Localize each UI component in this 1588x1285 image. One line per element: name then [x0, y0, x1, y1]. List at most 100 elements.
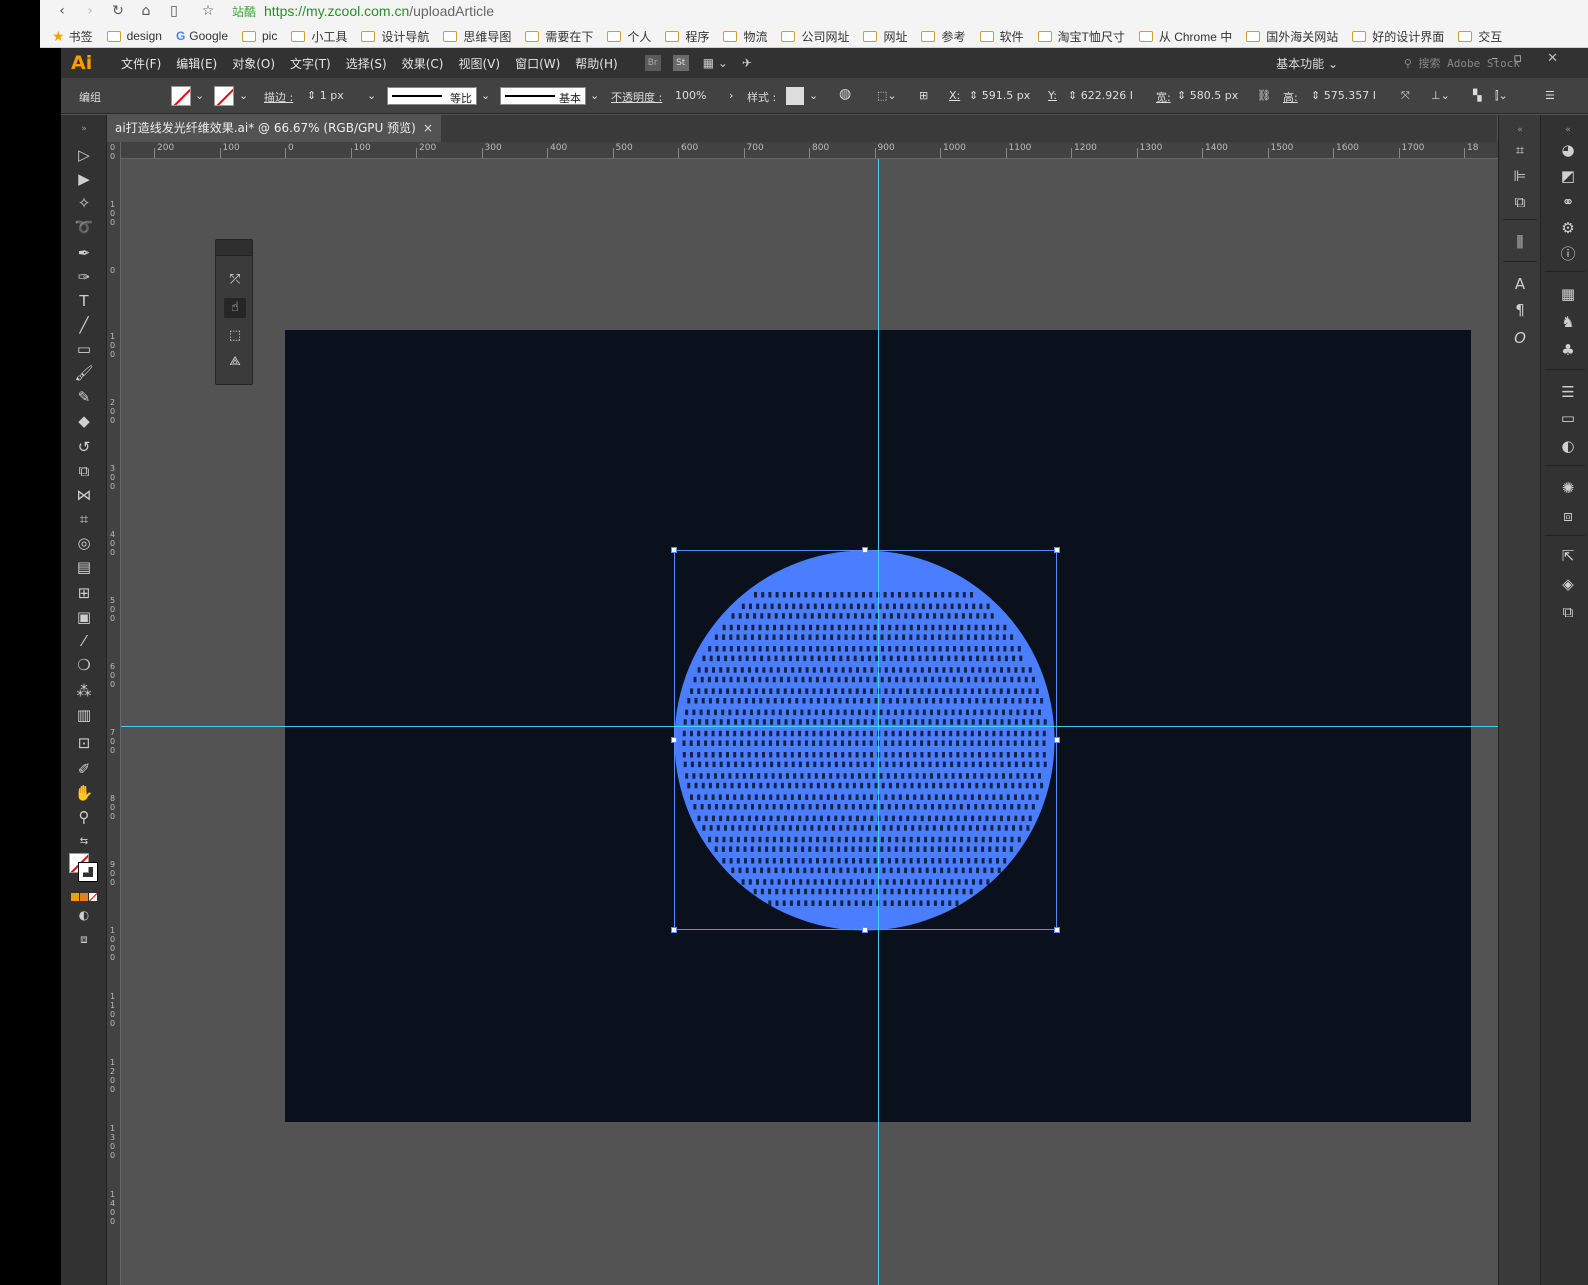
layers-panel-icon[interactable]: ◈ [1557, 573, 1579, 595]
align-to-icon[interactable]: ⬚⌄ [877, 89, 897, 102]
free-transform-tool-icon[interactable]: ⌗ [73, 509, 95, 529]
bookmark-item[interactable]: 个人 [607, 28, 651, 45]
resize-handle-sw[interactable] [671, 927, 677, 933]
menu-item[interactable]: 文字(T) [290, 55, 331, 72]
color-mode-icons[interactable] [71, 893, 97, 901]
export-panel-icon[interactable]: ⇱ [1557, 545, 1579, 567]
bookmark-item[interactable]: 思维导图 [443, 28, 511, 45]
bookmark-item[interactable]: design [106, 29, 162, 43]
transparency-panel-icon[interactable]: ◐ [1557, 435, 1579, 457]
pen-tool-icon[interactable]: ✒ [73, 243, 95, 263]
collapse-toolbar-icon[interactable]: » [73, 119, 95, 139]
perspective-distort-icon[interactable]: ⬚ [224, 326, 246, 346]
menu-item[interactable]: 效果(C) [402, 55, 444, 72]
panel-menu-icon[interactable]: ☰ [1545, 89, 1555, 102]
stock-button[interactable]: St [672, 55, 689, 71]
info-panel-icon[interactable]: ⓘ [1557, 243, 1579, 265]
symbol-sprayer-tool-icon[interactable]: ⁂ [73, 681, 95, 701]
fill-dropdown-icon[interactable]: ⌄ [195, 89, 204, 102]
stock-search-input[interactable]: ⚲ 搜索 Adobe Stock [1404, 55, 1520, 71]
resize-handle-n[interactable] [862, 547, 868, 553]
bookmark-item[interactable]: G Google [176, 29, 228, 43]
eraser-tool-icon[interactable]: ◆ [73, 411, 95, 431]
y-field[interactable]: ⇕ 622.926 I [1068, 89, 1133, 102]
stroke-panel-icon[interactable]: ☰ [1557, 381, 1579, 403]
resize-handle-ne[interactable] [1054, 547, 1060, 553]
canvas[interactable]: ⤱ ☝ ⬚ ⟁ [121, 159, 1498, 1285]
isolate-icon[interactable]: ⊥⌄ [1431, 89, 1450, 102]
resize-handle-se[interactable] [1054, 927, 1060, 933]
collapse-dock-icon[interactable]: « [1509, 119, 1531, 141]
x-field[interactable]: ⇕ 591.5 px [969, 89, 1030, 102]
rotate-tool-icon[interactable]: ↺ [73, 437, 95, 457]
opacity-value[interactable]: 100% [675, 89, 706, 102]
opacity-label[interactable]: 不透明度 : [611, 89, 662, 105]
line-tool-icon[interactable]: ╱ [73, 315, 95, 335]
close-window-button[interactable]: ✕ [1547, 51, 1558, 66]
bookmark-item[interactable]: 需要在下 [525, 28, 593, 45]
home-icon[interactable]: ⌂ [132, 3, 160, 19]
grid-align-icon[interactable]: ▚ [1473, 89, 1481, 102]
bookmark-item[interactable]: 程序 [665, 28, 709, 45]
menu-item[interactable]: 选择(S) [346, 55, 387, 72]
graphic-styles-panel-icon[interactable]: ⧈ [1557, 505, 1579, 527]
transform-panel-icon[interactable]: ⌗ [1509, 139, 1531, 161]
resize-handle-nw[interactable] [671, 547, 677, 553]
zoom-tool-icon[interactable]: ⚲ [73, 807, 95, 827]
bookmark-item[interactable]: 软件 [979, 28, 1024, 45]
vertical-ruler[interactable]: 2 0 0 1 0 0 0 1 0 0 2 0 0 3 0 0 4 0 0 5 0 0 6 0 … [107, 142, 121, 1285]
magic-wand-tool-icon[interactable]: ✧ [73, 193, 95, 213]
lasso-tool-icon[interactable]: ➰ [73, 217, 95, 237]
drawing-mode-icon[interactable]: ◐ [73, 905, 95, 925]
fill-stroke-indicator[interactable] [69, 853, 99, 883]
stroke-icon[interactable] [78, 862, 98, 882]
reference-point-icon[interactable]: ⊞ [919, 89, 928, 102]
pathfinder-panel-icon[interactable]: ⧉ [1509, 191, 1531, 213]
menu-item[interactable]: 窗口(W) [515, 55, 560, 72]
recolor-icon[interactable]: ◍ [839, 86, 851, 102]
fill-swatch[interactable] [171, 86, 191, 106]
opentype-panel-icon[interactable]: O [1509, 327, 1531, 349]
menu-item[interactable]: 编辑(E) [176, 55, 217, 72]
stroke-weight-dropdown-icon[interactable]: ⌄ [367, 89, 376, 102]
screen-mode-icon[interactable]: ⧈ [73, 929, 95, 949]
menu-item[interactable]: 帮助(H) [575, 55, 617, 72]
document-tab[interactable]: ai打造线发光纤维效果.ai* @ 66.67% (RGB/GPU 预览) × [107, 115, 441, 142]
free-distort-icon[interactable]: ⟁ [224, 352, 246, 372]
stroke-dropdown-icon[interactable]: ⌄ [239, 89, 248, 102]
back-icon[interactable]: ‹ [48, 3, 76, 19]
publish-icon[interactable]: ✈ [742, 56, 752, 70]
symbols-panel-icon[interactable]: ♣ [1557, 339, 1579, 361]
transform-icon[interactable]: ⤧ [1401, 89, 1410, 103]
selection-bounding-box[interactable] [671, 547, 1060, 933]
bookmark-item[interactable]: 公司网址 [781, 28, 849, 45]
gradient-panel-icon[interactable]: ▭ [1557, 407, 1579, 429]
horizontal-guide[interactable] [121, 726, 1498, 727]
shape-builder-tool-icon[interactable]: ◎ [73, 533, 95, 553]
stroke-weight-field[interactable]: ⇕ 1 px [307, 89, 344, 102]
align-panel-icon[interactable]: ⊫ [1509, 165, 1531, 187]
maximize-button[interactable]: ▫ [1513, 51, 1522, 66]
close-tab-icon[interactable]: × [423, 115, 433, 142]
bookmark-item[interactable]: 从 Chrome 中 [1138, 28, 1232, 45]
stroke-swatch[interactable] [214, 86, 234, 106]
color-guide-panel-icon[interactable]: ◩ [1557, 165, 1579, 187]
type-tool-icon[interactable]: T [73, 291, 95, 311]
rectangle-tool-icon[interactable]: ▭ [73, 339, 95, 359]
perspective-grid-tool-icon[interactable]: ▤ [73, 557, 95, 577]
bookmark-item[interactable]: 网址 [863, 28, 907, 45]
bookmark-item[interactable]: 交互 [1458, 28, 1502, 45]
url-field[interactable]: https://my.zcool.com.cn/uploadArticle [264, 3, 494, 19]
width-field[interactable]: ⇕ 580.5 px [1177, 89, 1238, 102]
panel-grip[interactable] [216, 240, 252, 256]
bridge-button[interactable]: Br [644, 55, 661, 71]
blend-tool-icon[interactable]: ❍ [73, 655, 95, 675]
mesh-tool-icon[interactable]: ⊞ [73, 583, 95, 603]
bookmark-item[interactable]: pic [242, 29, 277, 43]
height-field[interactable]: ⇕ 575.357 I [1311, 89, 1376, 102]
blob-brush-tool-icon[interactable]: ✎ [73, 387, 95, 407]
constrain-proportions-icon[interactable]: ⛓ [1257, 89, 1271, 102]
style-swatch[interactable] [786, 87, 804, 105]
slice-tool-icon[interactable]: ✐ [73, 759, 95, 779]
selection-tool-icon[interactable]: ▷ [73, 145, 95, 165]
